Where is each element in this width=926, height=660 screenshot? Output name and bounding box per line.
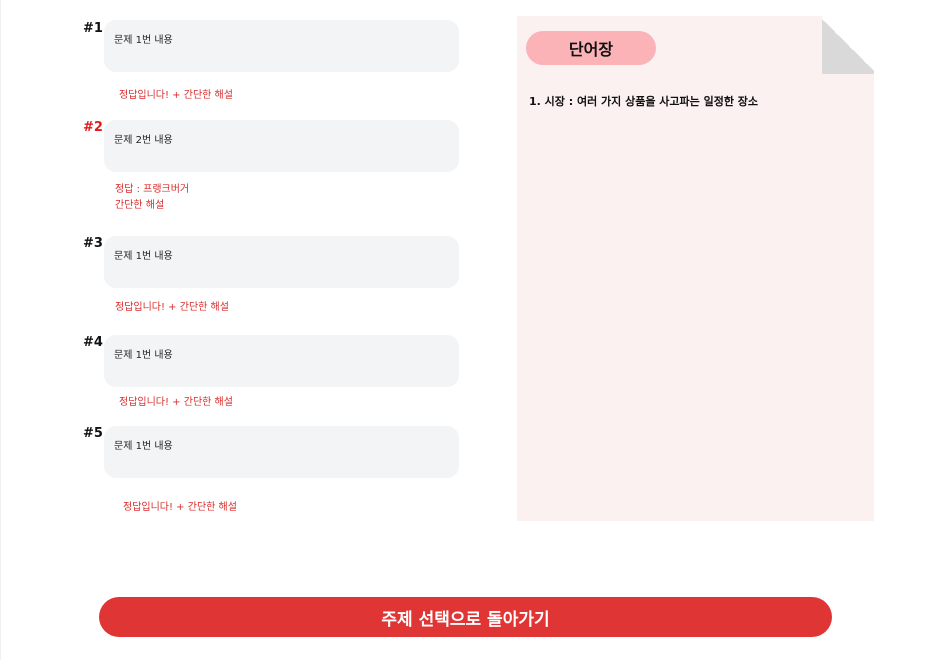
- answer-line: 간단한 해설: [115, 200, 165, 211]
- question-number: #4: [83, 335, 103, 350]
- answer-text: 정답 : 프랭크버거 간단한 해설: [115, 182, 189, 214]
- vocab-panel: 단어장 1. 시장 : 여러 가지 상품을 사고파는 일정한 장소: [517, 16, 874, 521]
- answer-line: 정답입니다! + 간단한 해설: [119, 397, 233, 408]
- question-box[interactable]: 문제 1번 내용: [104, 236, 459, 288]
- question-box[interactable]: 문제 1번 내용: [104, 20, 459, 72]
- question-number: #1: [83, 21, 103, 36]
- answer-text: 정답입니다! + 간단한 해설: [119, 395, 233, 411]
- answer-text: 정답입니다! + 간단한 해설: [115, 300, 229, 316]
- back-to-topics-button[interactable]: 주제 선택으로 돌아가기: [99, 597, 832, 637]
- answer-text: 정답입니다! + 간단한 해설: [123, 500, 237, 516]
- answer-line: 정답입니다! + 간단한 해설: [119, 90, 233, 101]
- answer-line: 정답입니다! + 간단한 해설: [123, 502, 237, 513]
- question-box[interactable]: 문제 2번 내용: [104, 120, 459, 172]
- question-box[interactable]: 문제 1번 내용: [104, 426, 459, 478]
- question-number: #2: [83, 120, 103, 135]
- question-box[interactable]: 문제 1번 내용: [104, 335, 459, 387]
- answer-line: 정답 : 프랭크버거: [115, 184, 190, 195]
- vocab-entry: 1. 시장 : 여러 가지 상품을 사고파는 일정한 장소: [529, 95, 759, 108]
- question-number: #3: [83, 236, 103, 251]
- question-number: #5: [83, 426, 103, 441]
- answer-line: 정답입니다! + 간단한 해설: [115, 302, 229, 313]
- vocab-title: 단어장: [526, 31, 656, 65]
- page-fold-icon: [822, 16, 874, 74]
- answer-text: 정답입니다! + 간단한 해설: [119, 88, 233, 104]
- left-border: [0, 0, 1, 660]
